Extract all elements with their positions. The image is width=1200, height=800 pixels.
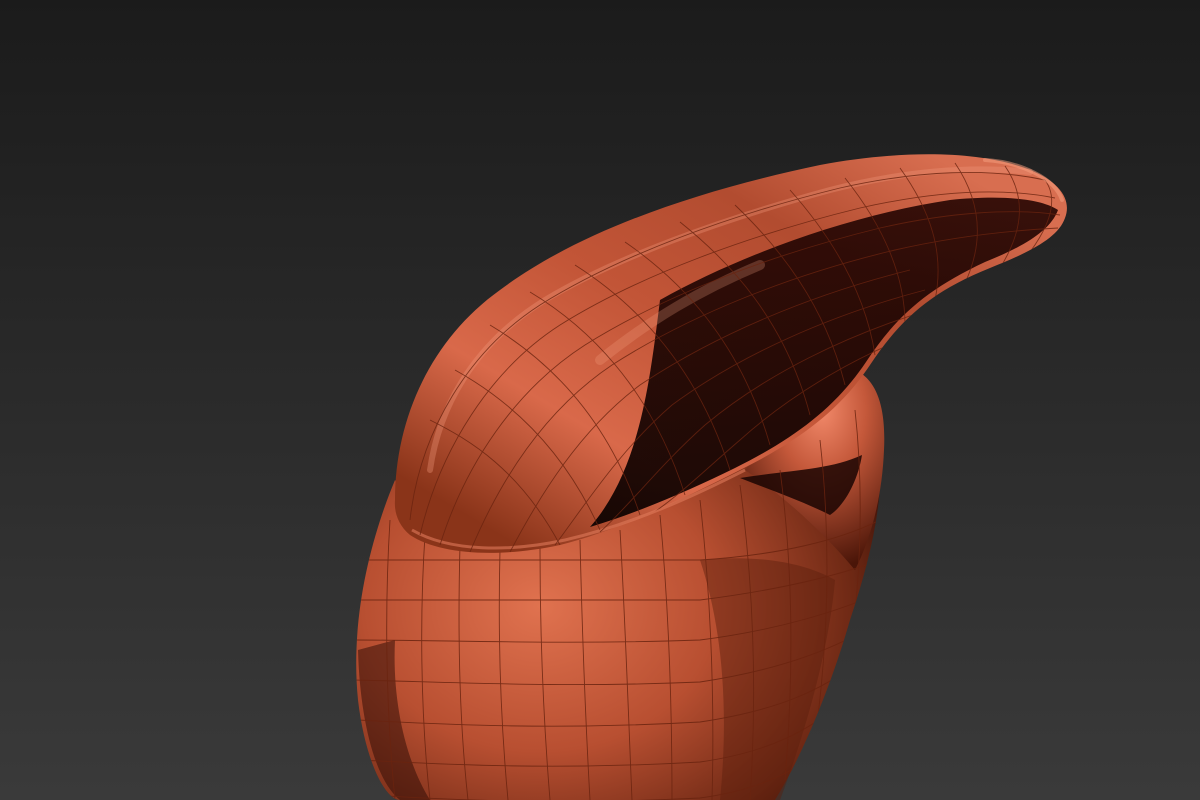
sculpt-model-render <box>356 154 1067 800</box>
3d-viewport[interactable] <box>0 0 1200 800</box>
